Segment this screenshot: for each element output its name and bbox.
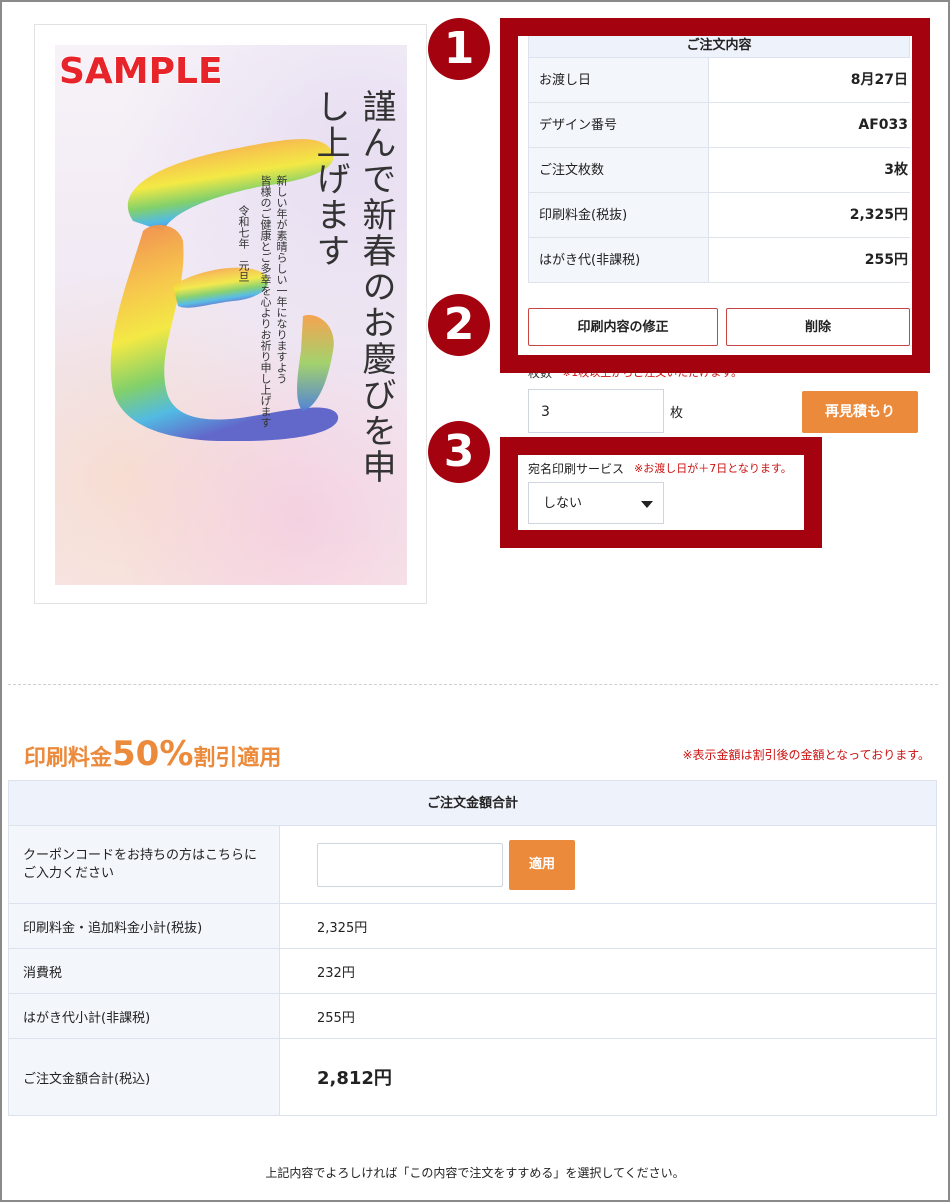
coupon-label: クーポンコードをお持ちの方はこちらにご入力ください — [9, 826, 280, 903]
total-row: ご注文金額合計(税込) 2,812円 — [9, 1039, 936, 1115]
date-line: 令和七年 元旦 — [237, 205, 250, 282]
summary-row: はがき代小計(非課税) 255円 — [9, 994, 936, 1039]
main-greeting: 謹んで新春のお慶びを申し上げます — [310, 89, 396, 485]
discount-heading: 印刷料金50%割引適用 — [24, 734, 281, 774]
annotation-badge-3: 3 — [428, 421, 490, 483]
summary-row: 消費税 232円 — [9, 949, 936, 994]
discount-suffix: 割引適用 — [193, 746, 282, 771]
section-divider — [8, 684, 938, 685]
discount-note: ※表示金額は割引後の金額となっております。 — [682, 748, 930, 762]
summary-value: 232円 — [317, 965, 355, 981]
discount-prefix: 印刷料金 — [24, 746, 113, 771]
sample-watermark: SAMPLE — [58, 50, 223, 93]
total-label: ご注文金額合計(税込) — [9, 1039, 280, 1115]
rainbow-brush-stroke — [110, 139, 339, 441]
annotation-box-3 — [500, 437, 822, 548]
summary-value: 255円 — [317, 1010, 355, 1026]
order-total-table: ご注文金額合計 クーポンコードをお持ちの方はこちらにご入力ください 適用 印刷料… — [8, 780, 937, 1116]
card-preview: SAMPLE 謹んで新春のお慶びを申し上げます 新しい年が素晴らしい一年になりま… — [34, 24, 427, 604]
coupon-row: クーポンコードをお持ちの方はこちらにご入力ください 適用 — [9, 826, 936, 904]
annotation-box-1 — [500, 18, 930, 373]
message-line-1: 新しい年が素晴らしい一年になりますよう — [275, 175, 288, 384]
card-artwork: SAMPLE 謹んで新春のお慶びを申し上げます 新しい年が素晴らしい一年になりま… — [55, 45, 407, 585]
footer-instruction: 上記内容でよろしければ「この内容で注文をすすめる」を選択してください。 — [265, 1166, 685, 1180]
summary-header: ご注文金額合計 — [9, 781, 936, 826]
summary-label: 消費税 — [9, 949, 280, 993]
discount-percent: 50% — [112, 734, 194, 774]
quantity-unit: 枚 — [670, 406, 684, 421]
total-value: 2,812円 — [317, 1068, 392, 1089]
quantity-input[interactable]: 3 — [528, 389, 664, 433]
summary-label: 印刷料金・追加料金小計(税抜) — [9, 904, 280, 948]
svg-text:SAMPLE: SAMPLE — [59, 51, 223, 92]
annotation-badge-2: 2 — [428, 294, 490, 356]
summary-value: 2,325円 — [317, 920, 368, 936]
message-line-2: 皆様のご健康とご多幸を心よりお祈り申し上げます — [259, 175, 272, 428]
requote-button[interactable]: 再見積もり — [802, 391, 918, 433]
summary-row: 印刷料金・追加料金小計(税抜) 2,325円 — [9, 904, 936, 949]
summary-label: はがき代小計(非課税) — [9, 994, 280, 1038]
annotation-badge-1: 1 — [428, 18, 490, 80]
coupon-input[interactable] — [317, 842, 503, 887]
apply-coupon-button[interactable]: 適用 — [509, 839, 575, 890]
